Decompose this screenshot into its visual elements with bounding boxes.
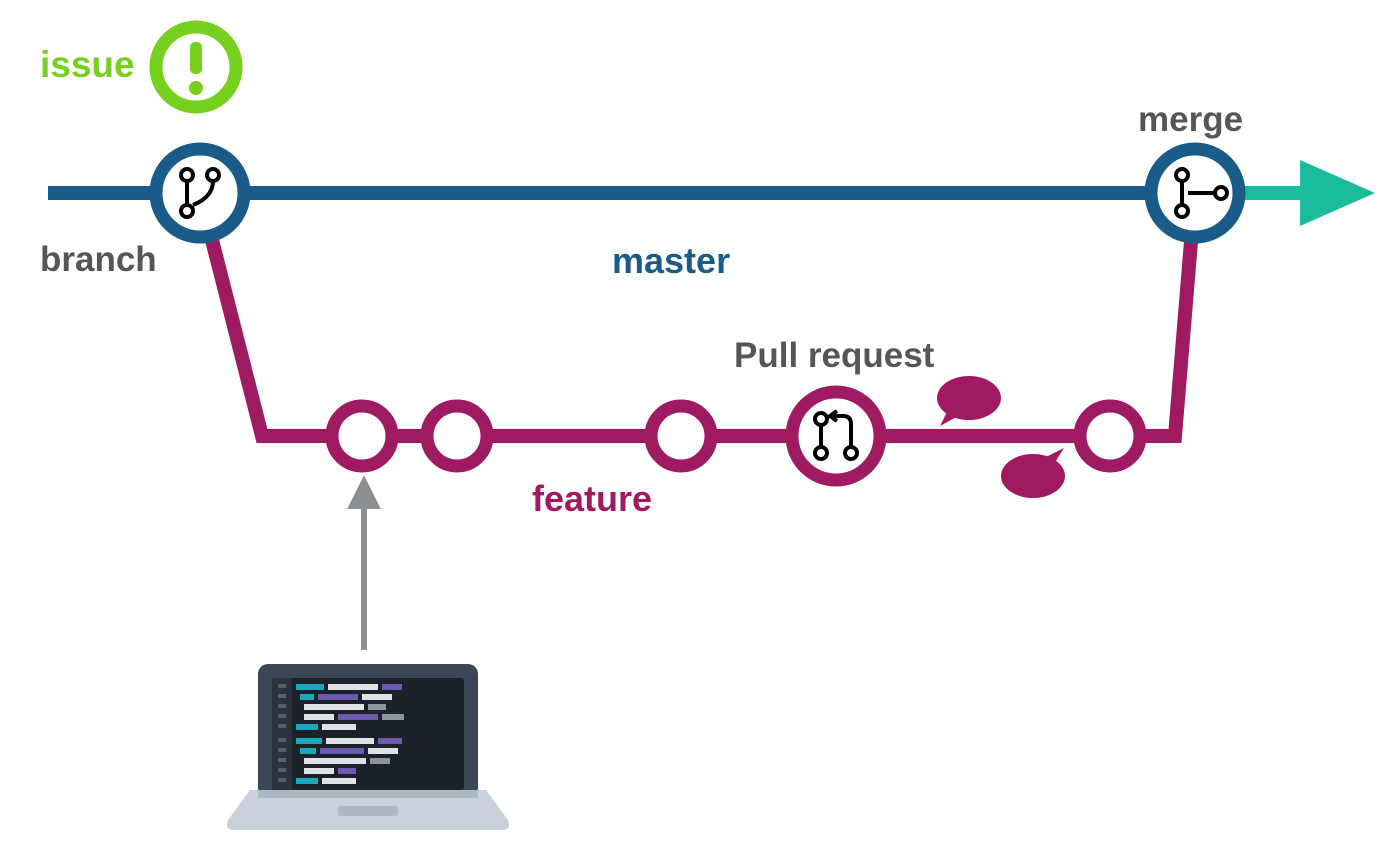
master-arrowhead [1300, 160, 1375, 226]
merge-node [1151, 149, 1239, 237]
branch-label: branch [40, 240, 157, 280]
merge-label: merge [1138, 100, 1243, 140]
comment-bubble-top [937, 376, 1001, 426]
feature-path [200, 193, 1195, 436]
commit-last [1080, 406, 1140, 466]
feature-label: feature [532, 478, 652, 520]
pull-request-label: Pull request [734, 336, 934, 376]
commit-3 [651, 406, 711, 466]
pull-request-node [792, 392, 880, 480]
commit-2 [427, 406, 487, 466]
commit-1 [332, 406, 392, 466]
issue-label: issue [40, 44, 135, 86]
laptop-arrow [352, 482, 376, 650]
comment-bubble-bottom [1001, 448, 1065, 498]
laptop-icon [227, 664, 509, 830]
master-label: master [612, 240, 730, 282]
issue-icon [156, 27, 236, 107]
branch-node [156, 149, 244, 237]
